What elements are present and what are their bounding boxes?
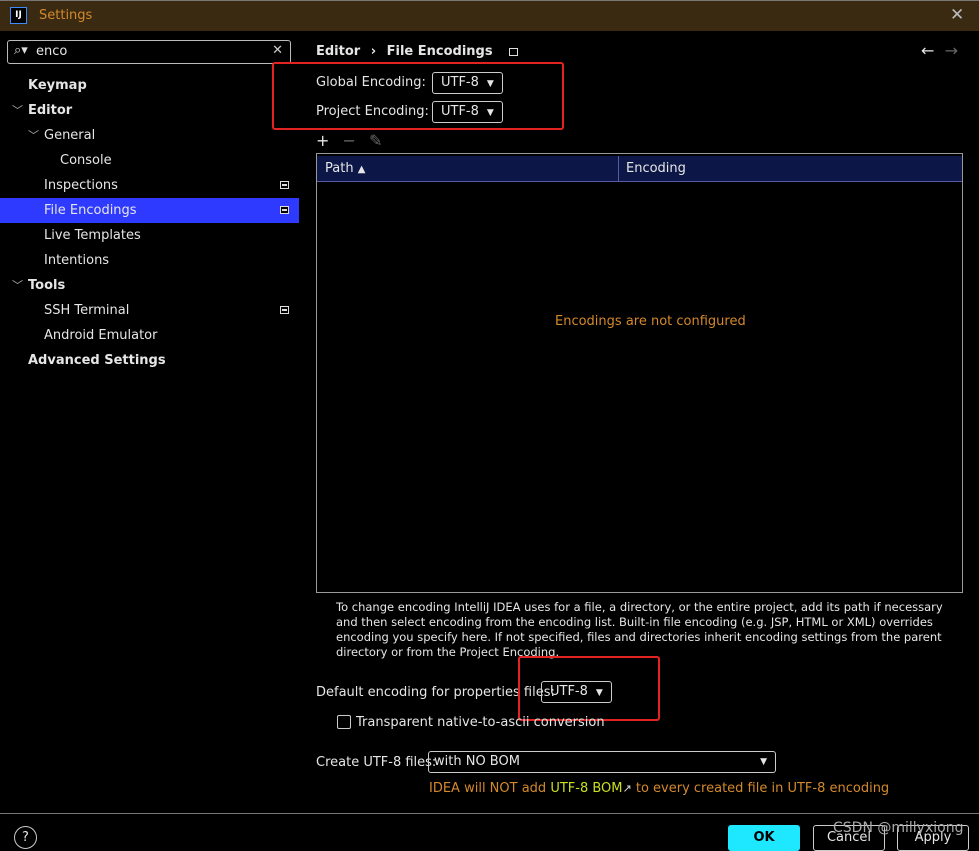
window-title: Settings: [39, 8, 93, 23]
search-icon: ⌕▾: [14, 43, 28, 58]
ok-button[interactable]: OK: [728, 825, 800, 851]
chevron-down-icon[interactable]: ﹀: [12, 98, 23, 123]
table-header: Path ▲ Encoding: [317, 156, 962, 182]
search-value[interactable]: enco: [36, 44, 67, 59]
highlight-box: [518, 656, 660, 721]
path-encoding-table: Path ▲ Encoding: [316, 153, 963, 593]
sidebar-item-tools[interactable]: ﹀ Tools: [0, 273, 299, 298]
title-bar: IJ Settings ✕: [0, 0, 979, 31]
sidebar-item-file-encodings[interactable]: File Encodings: [0, 198, 299, 223]
help-text: To change encoding IntelliJ IDEA uses fo…: [336, 600, 943, 659]
divider: [0, 813, 979, 814]
breadcrumb-parent: Editor: [316, 44, 361, 59]
column-encoding[interactable]: Encoding: [626, 161, 686, 176]
project-scope-icon: [280, 206, 289, 214]
utf8-bom-link[interactable]: UTF-8 BOM: [550, 781, 622, 796]
close-icon[interactable]: ✕: [950, 5, 964, 25]
chevron-down-icon[interactable]: ﹀: [12, 273, 23, 298]
transparent-conversion-checkbox[interactable]: [337, 715, 351, 729]
breadcrumb: Editor › File Encodings: [316, 44, 519, 59]
project-scope-icon: [280, 306, 289, 314]
edit-icon[interactable]: ✎: [369, 131, 382, 150]
sidebar-item-intentions[interactable]: Intentions: [0, 248, 299, 273]
sidebar-item-inspections[interactable]: Inspections: [0, 173, 299, 198]
create-utf8-label: Create UTF-8 files:: [316, 755, 437, 770]
forward-arrow-icon[interactable]: →: [945, 41, 958, 60]
app-logo-icon: IJ: [10, 7, 27, 24]
sidebar-item-editor[interactable]: ﹀ Editor: [0, 98, 299, 123]
project-scope-icon: [280, 181, 289, 189]
sidebar-item-advanced-settings[interactable]: Advanced Settings: [0, 348, 299, 373]
breadcrumb-separator: ›: [370, 44, 377, 59]
highlight-box: [272, 62, 564, 130]
remove-icon[interactable]: −: [343, 131, 356, 150]
search-input[interactable]: ⌕▾ enco ✕: [7, 40, 291, 64]
sort-ascending-icon: ▲: [357, 164, 366, 175]
bom-note: IDEA will NOT add UTF-8 BOM↗ to every cr…: [429, 781, 890, 796]
transparent-conversion-label[interactable]: Transparent native-to-ascii conversion: [356, 715, 605, 730]
clear-search-icon[interactable]: ✕: [272, 43, 283, 58]
project-scope-icon: [509, 47, 519, 56]
help-button[interactable]: ?: [14, 826, 37, 849]
sidebar-item-keymap[interactable]: Keymap: [0, 73, 299, 98]
sidebar-item-android-emulator[interactable]: Android Emulator: [0, 323, 299, 348]
dropdown-arrow-icon: ▼: [760, 757, 767, 767]
add-icon[interactable]: +: [316, 131, 329, 150]
sidebar-item-ssh-terminal[interactable]: SSH Terminal: [0, 298, 299, 323]
external-link-icon: ↗: [622, 782, 632, 795]
create-utf8-select[interactable]: with NO BOM ▼: [428, 751, 776, 773]
sidebar-item-console[interactable]: Console: [0, 148, 299, 173]
watermark: CSDN @millyxiong: [833, 820, 964, 836]
sidebar-item-live-templates[interactable]: Live Templates: [0, 223, 299, 248]
chevron-down-icon[interactable]: ﹀: [28, 123, 39, 148]
breadcrumb-current: File Encodings: [386, 44, 493, 59]
table-toolbar: + − ✎: [316, 131, 382, 150]
empty-table-message: Encodings are not configured: [555, 314, 746, 329]
column-path[interactable]: Path ▲: [325, 161, 365, 176]
sidebar-item-general[interactable]: ﹀ General: [0, 123, 299, 148]
back-arrow-icon[interactable]: ←: [921, 41, 934, 60]
navigation-arrows: ← →: [921, 41, 958, 60]
